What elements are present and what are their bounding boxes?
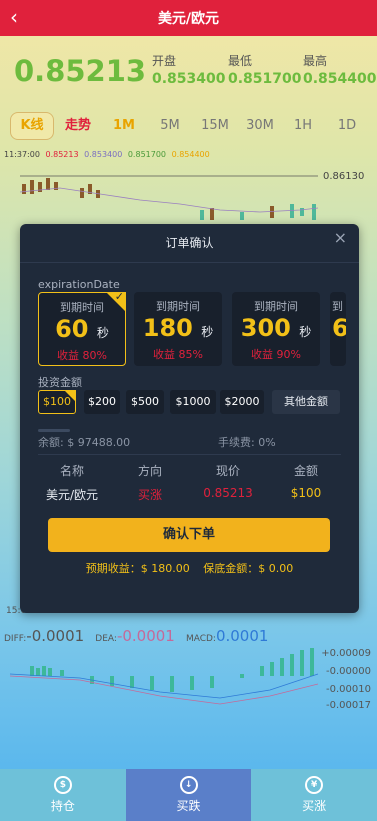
current-price: 0.85213 (14, 54, 147, 88)
kline-svg: 0.86130 (19, 171, 364, 220)
order-price: 0.85213 (203, 486, 253, 500)
expected-profit: 预期收益：$ 180.00 (85, 562, 190, 575)
nav-buy-up[interactable]: ¥ 买涨 (251, 769, 377, 821)
high-label: 最高 (303, 54, 328, 68)
open-label: 开盘 (152, 54, 177, 68)
other-amount-button[interactable]: 其他金额 (272, 390, 340, 414)
card-title: 到 (332, 300, 343, 313)
diff-value: -0.0001 (26, 627, 85, 645)
wallet-icon: $ (53, 776, 72, 794)
macd-label: MACD: (185, 634, 216, 644)
tab-1d[interactable]: 1D (329, 112, 365, 140)
macd-axis-tick: -0.00017 (326, 700, 371, 711)
nav-buy-up-label: 买涨 (302, 799, 327, 813)
expiry-card-partial[interactable]: 到 6 (330, 292, 346, 366)
amount-100[interactable]: $100 (38, 390, 76, 414)
ma-value-3: 0.851700 (127, 150, 167, 159)
bottom-nav: $ 持仓 ↓ 买跌 ¥ 买涨 (0, 769, 377, 821)
macd-axis-tick: -0.00010 (326, 684, 371, 695)
header-bar: ‹ 美元/欧元 (0, 0, 377, 36)
macd-value: 0.0001 (215, 627, 269, 645)
dea-label: DEA: (95, 634, 117, 644)
order-confirm-modal: 订单确认 × expirationDate 到期时间 60 秒 收益 80% ✓… (20, 224, 359, 613)
tab-15m[interactable]: 15M (195, 112, 235, 140)
tab-5m[interactable]: 5M (150, 112, 190, 140)
back-arrow-icon[interactable]: ‹ (10, 6, 18, 28)
selected-corner (64, 390, 76, 402)
candles (22, 178, 316, 220)
ma-time: 11:37:00 (4, 150, 40, 159)
card-seconds: 6 (332, 314, 346, 342)
order-direction: 买涨 (137, 488, 162, 502)
nav-positions-label: 持仓 (50, 799, 75, 813)
nav-positions[interactable]: $ 持仓 (0, 769, 126, 821)
amount-1000[interactable]: $1000 (170, 390, 216, 414)
order-name: 美元/欧元 (45, 488, 99, 502)
high-value: 0.854400 (303, 71, 377, 87)
table-header: 方向 (137, 464, 162, 478)
expiry-card-180[interactable]: 到期时间 180 秒 收益 85% (134, 292, 222, 366)
divider (38, 454, 341, 455)
card-title: 到期时间 (156, 300, 200, 313)
modal-title: 订单确认 (165, 236, 214, 250)
card-seconds: 60 秒 (55, 315, 109, 343)
macd-values: DIFF:-0.0001 DEA:-0.0001 MACD:0.0001 (4, 626, 268, 645)
ma-value-2: 0.853400 (84, 150, 123, 159)
amount-500[interactable]: $500 (126, 390, 164, 414)
divider (20, 262, 359, 263)
ma-value-1: 0.85213 (45, 150, 79, 159)
macd-axis-tick: +0.00009 (321, 648, 371, 659)
quote-row: 0.85213 开盘 最低 最高 0.853400 0.851700 0.854… (0, 50, 377, 94)
expiry-card-300[interactable]: 到期时间 300 秒 收益 90% (232, 292, 320, 366)
card-title: 到期时间 (254, 300, 298, 313)
chart-price-label: 0.86130 (323, 171, 364, 182)
divider-bar (38, 429, 70, 432)
open-value: 0.853400 (152, 71, 226, 87)
nav-buy-down-label: 买跌 (176, 799, 201, 813)
amount-200[interactable]: $200 (84, 390, 120, 414)
ma-value-4: 0.854400 (171, 150, 210, 159)
tab-trend[interactable]: 走势 (58, 112, 98, 140)
expiry-card-60[interactable]: 到期时间 60 秒 收益 80% ✓ (38, 290, 126, 366)
close-icon[interactable]: × (334, 228, 347, 247)
card-profit: 收益 80% (57, 349, 107, 362)
profit-summary: 预期收益：$ 180.00 保底金额：$ 0.00 (20, 560, 359, 576)
table-header: 金额 (293, 464, 318, 478)
tab-1m[interactable]: 1M (104, 112, 144, 140)
card-profit: 收益 85% (153, 348, 203, 361)
balance-text: 余额: $ 97488.00 (38, 436, 131, 449)
amount-label: 投资金额 (38, 376, 82, 389)
check-icon: ✓ (114, 290, 124, 303)
fee-text: 手续费: 0% (218, 436, 276, 449)
table-header: 名称 (59, 464, 84, 478)
ma-values: 11:37:00 0.85213 0.853400 0.851700 0.854… (4, 150, 213, 159)
guarantee-amount: 保底金额：$ 0.00 (203, 562, 294, 575)
macd-axis-tick: -0.00000 (326, 666, 371, 677)
tab-30m[interactable]: 30M (240, 112, 280, 140)
expiration-label: expirationDate (38, 278, 120, 291)
period-tabs: K线 走势 1M 5M 15M 30M 1H 1D (0, 112, 377, 140)
macd-histogram (9, 648, 319, 705)
tab-kline[interactable]: K线 (10, 112, 54, 140)
tab-1h[interactable]: 1H (285, 112, 321, 140)
diff-label: DIFF: (4, 634, 27, 644)
card-seconds: 300 秒 (240, 314, 312, 342)
card-seconds: 180 秒 (142, 314, 214, 342)
confirm-order-button[interactable]: 确认下单 (48, 518, 330, 552)
low-value: 0.851700 (228, 71, 302, 87)
order-amount: $100 (290, 486, 322, 500)
table-header: 现价 (215, 464, 240, 478)
amount-2000[interactable]: $2000 (220, 390, 264, 414)
nav-buy-down[interactable]: ↓ 买跌 (125, 769, 252, 821)
trend-down-icon: ↓ (179, 776, 198, 794)
kline-chart: 0.86130 (0, 160, 377, 230)
low-label: 最低 (228, 54, 253, 68)
page-title: 美元/欧元 (157, 11, 220, 27)
yen-icon: ¥ (305, 776, 324, 794)
dea-value: -0.0001 (116, 627, 175, 645)
card-profit: 收益 90% (251, 348, 301, 361)
